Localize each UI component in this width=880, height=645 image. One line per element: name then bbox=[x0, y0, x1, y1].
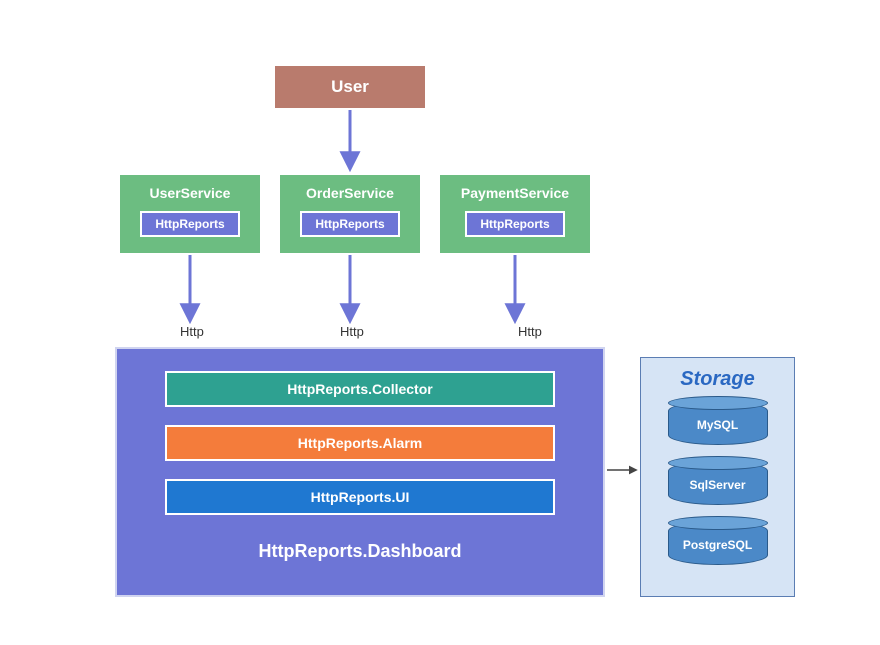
service-payment: PaymentService HttpReports bbox=[440, 175, 590, 253]
db-label: PostgreSQL bbox=[683, 538, 752, 552]
storage-title: Storage bbox=[680, 368, 754, 391]
db-cylinder-postgresql: PostgreSQL bbox=[668, 521, 768, 565]
ui-row: HttpReports.UI bbox=[165, 479, 555, 515]
httpreports-badge: HttpReports bbox=[300, 211, 400, 237]
user-node: User bbox=[275, 66, 425, 108]
service-title: OrderService bbox=[306, 185, 394, 201]
badge-label: HttpReports bbox=[155, 217, 224, 231]
db-label: SqlServer bbox=[689, 478, 745, 492]
dashboard-title: HttpReports.Dashboard bbox=[258, 541, 461, 562]
alarm-row: HttpReports.Alarm bbox=[165, 425, 555, 461]
collector-label: HttpReports.Collector bbox=[287, 381, 432, 397]
httpreports-badge: HttpReports bbox=[465, 211, 565, 237]
service-user: UserService HttpReports bbox=[120, 175, 260, 253]
badge-label: HttpReports bbox=[480, 217, 549, 231]
alarm-label: HttpReports.Alarm bbox=[298, 435, 422, 451]
service-title: PaymentService bbox=[461, 185, 569, 201]
diagram-canvas: User UserService HttpReports OrderServic… bbox=[0, 0, 880, 645]
http-label: Http bbox=[180, 324, 204, 339]
badge-label: HttpReports bbox=[315, 217, 384, 231]
service-title: UserService bbox=[150, 185, 231, 201]
http-label: Http bbox=[518, 324, 542, 339]
db-label: MySQL bbox=[697, 418, 738, 432]
ui-label: HttpReports.UI bbox=[311, 489, 410, 505]
user-label: User bbox=[331, 77, 369, 97]
service-order: OrderService HttpReports bbox=[280, 175, 420, 253]
httpreports-badge: HttpReports bbox=[140, 211, 240, 237]
dashboard-container: HttpReports.Collector HttpReports.Alarm … bbox=[115, 347, 605, 597]
collector-row: HttpReports.Collector bbox=[165, 371, 555, 407]
http-label: Http bbox=[340, 324, 364, 339]
db-cylinder-mysql: MySQL bbox=[668, 401, 768, 445]
db-cylinder-sqlserver: SqlServer bbox=[668, 461, 768, 505]
storage-panel: Storage MySQL SqlServer PostgreSQL bbox=[640, 357, 795, 597]
